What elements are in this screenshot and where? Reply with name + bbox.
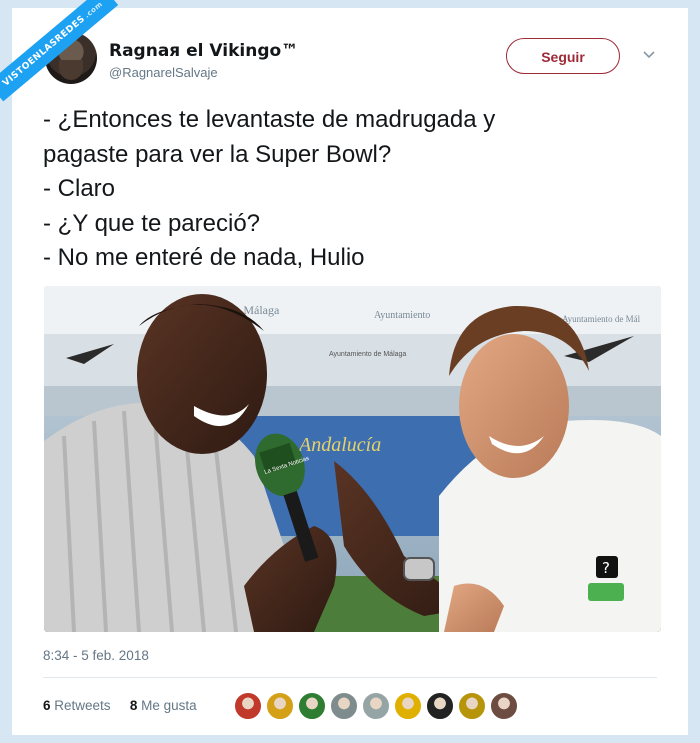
wristwatch (403, 557, 435, 581)
man-right-head (459, 334, 569, 478)
banner-text: Ayuntamiento (374, 310, 430, 321)
liker-avatar[interactable] (458, 692, 486, 720)
tweet-text: - ¿Entonces te levantaste de madrugada y… (43, 103, 673, 276)
retweets-count: 6 (43, 698, 51, 713)
tweet-line: - Claro (43, 175, 116, 202)
photo-illustration: de Málaga Ayuntamiento Ayuntamiento de M… (44, 286, 661, 632)
liker-avatar[interactable] (298, 692, 326, 720)
retweets-stat[interactable]: 6 Retweets (43, 698, 115, 713)
avatar-beard (59, 60, 83, 80)
tweet-card: VISTOENLASREDES.com Ragnaя el Vikingo™ @… (0, 0, 688, 735)
tweet-line: pagaste para ver la Super Bowl? (43, 140, 392, 168)
watermark-ribbon: VISTOENLASREDES.com (0, 0, 119, 102)
likes-label: Me gusta (141, 698, 197, 713)
banner-text: Andalucía (297, 434, 381, 456)
retweets-label: Retweets (54, 698, 111, 713)
liker-avatar[interactable] (330, 692, 358, 720)
tv-logo-question-mark: ? (602, 559, 610, 577)
tweet-photo[interactable]: de Málaga Ayuntamiento Ayuntamiento de M… (44, 286, 661, 632)
tweet-line: - No me enteré de nada, Hulio (43, 244, 365, 271)
tv-logo-green (588, 583, 624, 601)
liker-avatar[interactable] (490, 692, 518, 720)
follow-button[interactable]: Seguir (506, 38, 620, 74)
banner-text: Ayuntamiento de Málaga (329, 351, 406, 358)
liker-avatar[interactable] (266, 692, 294, 720)
divider (43, 677, 657, 678)
liker-avatar[interactable] (394, 692, 422, 720)
tweet-line: - ¿Entonces te levantaste de madrugada y (43, 106, 496, 133)
user-handle[interactable]: @RagnarelSalvaje (109, 65, 218, 80)
liker-avatar[interactable] (426, 692, 454, 720)
liker-avatar[interactable] (234, 692, 262, 720)
likes-count: 8 (129, 698, 138, 713)
chevron-down-icon[interactable] (642, 50, 656, 60)
likes-stat[interactable]: 8 Me gusta (130, 698, 201, 713)
timestamp[interactable]: 8:34 - 5 feb. 2018 (43, 648, 149, 663)
engagement-stats: 6 Retweets 8 Me gusta (43, 698, 205, 713)
banner-text: Ayuntamiento de Mál (562, 314, 641, 324)
liker-avatar[interactable] (362, 692, 390, 720)
display-name[interactable]: Ragnaя el Vikingo™ (109, 41, 298, 61)
tweet-line: - ¿Y que te pareció? (43, 209, 261, 237)
